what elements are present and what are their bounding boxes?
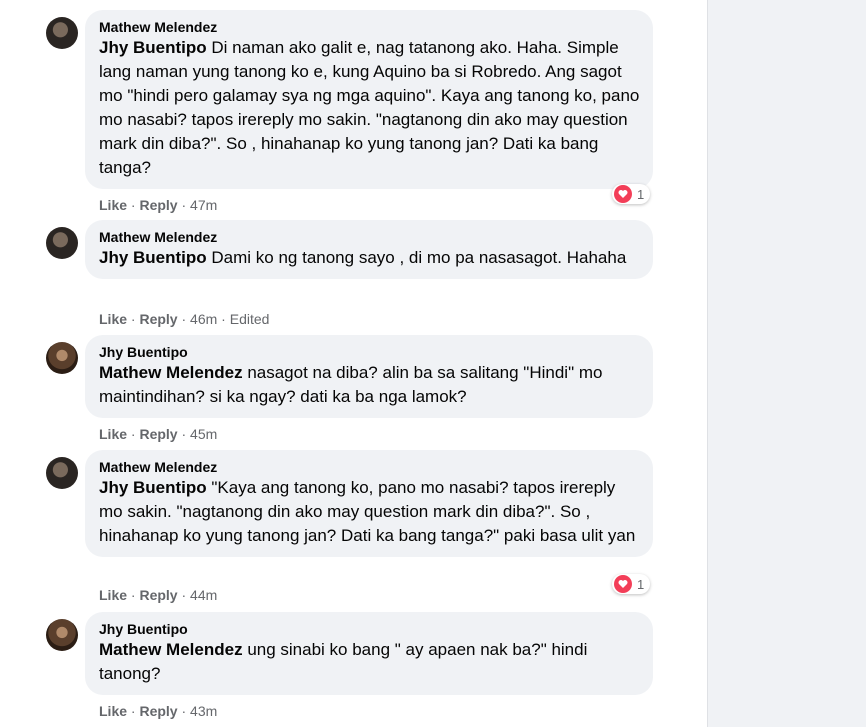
avatar[interactable] [46,457,78,489]
like-button[interactable]: Like [99,426,127,442]
timestamp[interactable]: 46m [190,311,217,327]
mention-link[interactable]: Jhy Buentipo [99,248,207,267]
reply-button[interactable]: Reply [139,426,177,442]
reaction-number: 1 [637,186,645,202]
comment-body: Dami ko ng tanong sayo , di mo pa nasasa… [206,248,627,267]
reply-button[interactable]: Reply [139,587,177,603]
timestamp[interactable]: 43m [190,703,217,719]
comment-bubble: Mathew Melendez Jhy Buentipo "Kaya ang t… [85,450,653,557]
timestamp[interactable]: 47m [190,197,217,213]
comment-text: Mathew Melendez ung sinabi ko bang " ay … [99,638,641,686]
comment-author[interactable]: Mathew Melendez [99,228,641,246]
reply-button[interactable]: Reply [139,197,177,213]
comment-actions: Like · Reply · 45m [99,426,218,442]
mention-link[interactable]: Mathew Melendez [99,363,243,382]
comment-text: Jhy Buentipo Di naman ako galit e, nag t… [99,36,641,180]
avatar[interactable] [46,619,78,651]
timestamp[interactable]: 45m [190,426,217,442]
comment-author[interactable]: Jhy Buentipo [99,620,641,638]
comment-text: Jhy Buentipo Dami ko ng tanong sayo , di… [99,246,641,270]
comment-bubble: Mathew Melendez Jhy Buentipo Di naman ak… [85,10,653,189]
comment-actions: Like · Reply · 44m [99,587,218,603]
comment-author[interactable]: Mathew Melendez [99,458,641,476]
comment-actions: Like · Reply · 46m · Edited [99,311,270,327]
right-sidebar [707,0,866,727]
heart-icon [614,185,632,203]
like-button[interactable]: Like [99,311,127,327]
comment-body: Di naman ako galit e, nag tatanong ako. … [99,38,640,177]
mention-link[interactable]: Jhy Buentipo [99,478,207,497]
reaction-count[interactable]: 1 [612,184,651,204]
comment-actions: Like · Reply · 47m [99,197,218,213]
heart-icon [614,575,632,593]
comment-author[interactable]: Jhy Buentipo [99,343,641,361]
mention-link[interactable]: Mathew Melendez [99,640,243,659]
reply-button[interactable]: Reply [139,703,177,719]
comment-author[interactable]: Mathew Melendez [99,18,641,36]
comment-text: Jhy Buentipo "Kaya ang tanong ko, pano m… [99,476,641,548]
comment-text: Mathew Melendez nasagot na diba? alin ba… [99,361,641,409]
reaction-count[interactable]: 1 [612,574,651,594]
comment-bubble: Jhy Buentipo Mathew Melendez ung sinabi … [85,612,653,695]
avatar[interactable] [46,17,78,49]
comment-actions: Like · Reply · 43m [99,703,218,719]
like-button[interactable]: Like [99,703,127,719]
comment-bubble: Mathew Melendez Jhy Buentipo Dami ko ng … [85,220,653,279]
mention-link[interactable]: Jhy Buentipo [99,38,207,57]
timestamp[interactable]: 44m [190,587,217,603]
avatar[interactable] [46,227,78,259]
like-button[interactable]: Like [99,587,127,603]
reply-button[interactable]: Reply [139,311,177,327]
comment-bubble: Jhy Buentipo Mathew Melendez nasagot na … [85,335,653,418]
like-button[interactable]: Like [99,197,127,213]
edited-label: Edited [229,311,270,327]
reaction-number: 1 [637,576,645,592]
avatar[interactable] [46,342,78,374]
